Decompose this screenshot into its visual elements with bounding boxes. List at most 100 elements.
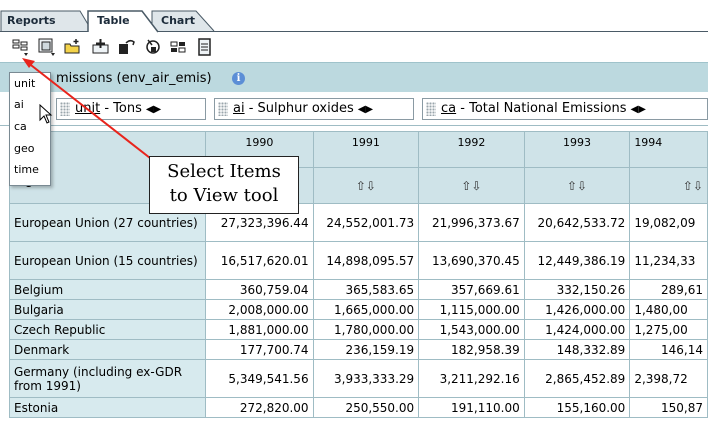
- table-cell: 12,449,386.19: [523, 241, 631, 280]
- table-cell: 357,669.61: [418, 279, 525, 300]
- new-items-icon: [92, 39, 109, 54]
- sort-arrows-icon[interactable]: ⇧⇩: [629, 167, 708, 204]
- table-cell: 365,583.65: [312, 279, 420, 300]
- table-cell: 1,275,00: [629, 319, 708, 340]
- data-table: me geo 1990 1991 1992 1993 1994 ⇧⇩ ⇧⇩ ⇧⇩…: [8, 131, 708, 418]
- table-cell: 155,160.00: [523, 397, 631, 418]
- table-cell: 1,480,00: [629, 299, 708, 320]
- year-header-row: me geo 1990 1991 1992 1993 1994: [8, 131, 708, 204]
- dropdown-item-ca[interactable]: ca: [14, 120, 27, 133]
- dimension-code: ai: [233, 101, 245, 116]
- table-cell: 332,150.26: [523, 279, 631, 300]
- tab-table[interactable]: Table: [97, 14, 130, 27]
- row-header: Czech Republic: [8, 319, 207, 340]
- dimension-unit[interactable]: unit - Tons ◀▶: [56, 98, 206, 120]
- table-cell: 191,110.00: [418, 397, 525, 418]
- row-header: Estonia: [8, 397, 207, 418]
- table-row: European Union (27 countries) 27,323,396…: [8, 203, 708, 242]
- table-cell: 14,898,095.57: [312, 241, 420, 280]
- dimension-code: ca: [441, 101, 457, 116]
- table-cell: 11,234,33: [629, 241, 708, 280]
- table-cell: 3,211,292.16: [418, 359, 525, 398]
- table-cell: 272,820.00: [205, 397, 314, 418]
- table-cell: 1,426,000.00: [523, 299, 631, 320]
- print-icon: [198, 38, 211, 56]
- table-cell: 1,424,000.00: [523, 319, 631, 340]
- table-cell: 148,332.89: [523, 339, 631, 360]
- year-header: 1992: [418, 131, 525, 168]
- table-row: European Union (15 countries) 16,517,620…: [8, 241, 708, 280]
- table-cell: 360,759.04: [205, 279, 314, 300]
- row-header: Belgium: [8, 279, 207, 300]
- print-button[interactable]: [194, 36, 216, 58]
- drag-handle-icon[interactable]: [218, 102, 228, 116]
- table-cell: 1,115,000.00: [418, 299, 525, 320]
- table-cell: 20,642,533.72: [523, 203, 631, 242]
- dimension-code: unit: [75, 101, 101, 116]
- row-header: Denmark: [8, 339, 207, 360]
- bookmark-button[interactable]: [142, 36, 164, 58]
- dataset-title: missions (env_air_emis): [56, 71, 212, 86]
- dimension-label: - Sulphur oxides: [244, 101, 354, 116]
- table-cell: 13,690,370.45: [418, 241, 525, 280]
- change-layout-icon: [38, 38, 55, 56]
- table-cell: 2,398,72: [629, 359, 708, 398]
- dimension-arrows-icon[interactable]: ◀▶: [631, 104, 646, 115]
- year-header: 1994: [629, 131, 708, 168]
- data-grid-icon: [170, 41, 186, 53]
- new-items-button[interactable]: [90, 36, 112, 58]
- dropdown-item-time[interactable]: time: [14, 163, 39, 176]
- open-folder-icon: [64, 39, 80, 54]
- info-icon[interactable]: i: [232, 72, 245, 85]
- row-header: European Union (15 countries): [8, 241, 207, 280]
- table-cell: 150,87: [629, 397, 708, 418]
- drag-handle-icon[interactable]: [426, 102, 436, 116]
- dataset-title-bar: missions (env_air_emis) i: [0, 62, 708, 92]
- sort-arrows-icon[interactable]: ⇧⇩: [312, 167, 420, 204]
- data-grid-button[interactable]: [168, 36, 190, 58]
- dimension-arrows-icon[interactable]: ◀▶: [146, 104, 161, 115]
- export-icon: [119, 39, 135, 54]
- table-cell: 21,996,373.67: [418, 203, 525, 242]
- table-cell: 1,780,000.00: [312, 319, 420, 340]
- row-header: Germany (including ex-GDR from 1991): [8, 359, 207, 398]
- table-row: Bulgaria 2,008,000.00 1,665,000.00 1,115…: [8, 299, 708, 320]
- sort-arrows-icon[interactable]: ⇧⇩: [418, 167, 525, 204]
- dimension-ai[interactable]: ai - Sulphur oxides ◀▶: [214, 98, 414, 120]
- table-cell: 177,700.74: [205, 339, 314, 360]
- select-items-dropdown: unit ai ca geo time: [9, 72, 51, 186]
- table-cell: 1,881,000.00: [205, 319, 314, 340]
- bookmark-icon: [146, 39, 160, 54]
- mouse-pointer-icon: [39, 104, 53, 124]
- dropdown-item-unit[interactable]: unit: [14, 77, 35, 90]
- row-header: Bulgaria: [8, 299, 207, 320]
- table-cell: 5,349,541.56: [205, 359, 314, 398]
- dropdown-item-ai[interactable]: ai: [14, 98, 24, 111]
- dimension-ca[interactable]: ca - Total National Emissions ◀▶: [422, 98, 708, 120]
- table-cell: 24,552,001.73: [312, 203, 420, 242]
- table-row: Estonia 272,820.00 250,550.00 191,110.00…: [8, 397, 708, 418]
- table-row: Denmark 177,700.74 236,159.19 182,958.39…: [8, 339, 708, 360]
- tab-strip: Reports Table Chart: [0, 0, 708, 34]
- change-layout-button[interactable]: [36, 36, 58, 58]
- table-cell: 182,958.39: [418, 339, 525, 360]
- table-row: Belgium 360,759.04 365,583.65 357,669.61…: [8, 279, 708, 300]
- dropdown-item-geo[interactable]: geo: [14, 142, 34, 155]
- export-button[interactable]: [116, 36, 138, 58]
- table-cell: 289,61: [629, 279, 708, 300]
- table-cell: 236,159.19: [312, 339, 420, 360]
- dimension-arrows-icon[interactable]: ◀▶: [358, 104, 373, 115]
- tab-chart[interactable]: Chart: [161, 14, 195, 27]
- dimension-label: - Tons: [100, 101, 142, 116]
- table-cell: 19,082,09: [629, 203, 708, 242]
- drag-handle-icon[interactable]: [60, 102, 70, 116]
- callout-line-1: Select Items: [167, 161, 281, 182]
- select-items-callout: Select Items to View tool: [149, 156, 299, 214]
- open-folder-button[interactable]: [62, 36, 84, 58]
- year-header: 1993: [523, 131, 631, 168]
- table-cell: 250,550.00: [312, 397, 420, 418]
- table-row: Germany (including ex-GDR from 1991) 5,3…: [8, 359, 708, 398]
- sort-arrows-icon[interactable]: ⇧⇩: [523, 167, 631, 204]
- tab-reports[interactable]: Reports: [7, 14, 56, 27]
- select-items-button[interactable]: [10, 36, 32, 58]
